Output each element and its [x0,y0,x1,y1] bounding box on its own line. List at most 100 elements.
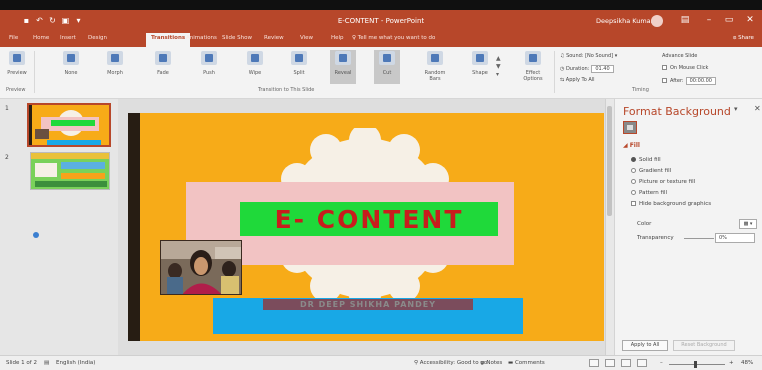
effect-options-button[interactable]: Effect Options [516,51,550,82]
spellcheck-icon[interactable]: ▤ [44,360,49,366]
transition-random-bars-icon [427,51,443,65]
zoom-level[interactable]: 48% [741,360,753,366]
minimize-button[interactable]: – [703,15,715,25]
transition-split[interactable]: Split [286,51,312,76]
status-bar: Slide 1 of 2 ▤ English (India) ⚲ Accessi… [0,355,762,370]
tab-home[interactable]: Home [33,35,49,41]
accessibility-status[interactable]: ⚲ Accessibility: Good to go [414,360,487,366]
option-gradient-fill[interactable]: Gradient fill [631,168,671,174]
sound-label: Sound: [No Sound] [566,53,614,59]
duration-field[interactable]: ◷ Duration: 01.40 [560,65,614,73]
close-button[interactable]: ✕ [744,15,756,25]
slide-thumbnail-1[interactable] [27,103,111,147]
tab-design[interactable]: Design [88,35,107,41]
presenter-photo[interactable] [160,240,242,295]
transition-random-bars[interactable]: Random Bars [422,51,448,82]
transition-none-icon [63,51,79,65]
share-button[interactable]: ⍝ Share [733,35,754,42]
tab-help[interactable]: Help [331,35,344,41]
transparency-slider[interactable] [684,238,714,239]
group-label-preview: Preview [6,87,26,93]
normal-view-icon[interactable] [589,359,599,367]
transition-push[interactable]: Push [196,51,222,76]
transition-fade-icon [155,51,171,65]
ribbon-tabs: File Home Insert Design Transitions Anim… [0,32,762,47]
transparency-input[interactable]: 0% [715,233,755,243]
scrollbar-thumb[interactable] [607,106,612,216]
tab-insert[interactable]: Insert [60,35,76,41]
user-name[interactable]: Deepsikha Kumari [596,17,655,25]
tell-me-search[interactable]: ♀ Tell me what you want to do [352,35,435,41]
duration-input[interactable]: 01.40 [591,65,614,73]
transition-wipe[interactable]: Wipe [242,51,268,76]
tab-view[interactable]: View [300,35,313,41]
preview-button[interactable]: Preview [4,51,30,76]
transition-push-label: Push [203,70,215,76]
reset-background-button[interactable]: Reset Background [673,340,735,351]
option-picture-fill[interactable]: Picture or texture fill [631,179,695,185]
slide-sorter-view-icon[interactable] [605,359,615,367]
sound-dropdown[interactable]: ♫ Sound: [No Sound] ▾ [560,53,617,59]
on-mouse-click-toggle[interactable]: On Mouse Click [662,65,708,71]
gallery-scroll[interactable]: ▲ ▼ ▾ [496,55,501,79]
fill-category-icon[interactable] [623,121,637,134]
tab-review[interactable]: Review [264,35,284,41]
after-input[interactable]: 00:00.00 [685,77,716,85]
author-name: DR DEEP SHIKHA PANDEY [299,300,437,309]
apply-to-all-button[interactable]: ⇆ Apply To All [560,77,595,83]
format-background-pane: Format Background ▾ ✕ ◢ Fill Solid fill … [614,99,762,355]
comments-icon: ▬ [508,360,515,366]
transition-shape[interactable]: Shape [467,51,493,76]
checkbox-icon [662,65,667,70]
on-mouse-click-label: On Mouse Click [670,65,709,71]
transition-fade-label: Fade [157,70,169,76]
option-pattern-fill[interactable]: Pattern fill [631,190,667,196]
checkbox-icon [631,201,636,206]
slide-canvas[interactable]: E- CONTENT DR DEEP SHIKHA PANDEY [128,113,604,341]
slide-thumbnail-2[interactable] [30,152,110,190]
group-label-transitions: Transition to This Slide [258,87,315,93]
ribbon-display-icon[interactable]: ▤ [679,15,691,25]
tab-animations[interactable]: Animations [186,35,217,41]
slide-number-2: 2 [5,154,9,161]
slideshow-view-icon[interactable] [637,359,647,367]
transition-morph[interactable]: Morph [102,51,128,76]
option-solid-fill[interactable]: Solid fill [631,157,661,163]
title-bar: ▪ ↶ ↻ ▣ ▾ E-CONTENT - PowerPoint Deepsik… [0,10,762,32]
slide-title-box[interactable]: E- CONTENT [240,202,498,236]
fill-section-header[interactable]: ◢ Fill [623,142,640,149]
duration-label: Duration: [565,66,590,72]
zoom-in-icon[interactable]: + [729,360,734,366]
author-name-box[interactable]: DR DEEP SHIKHA PANDEY [263,299,473,310]
pattern-fill-label: Pattern fill [639,190,668,196]
comments-button[interactable]: ▬ Comments [508,360,545,366]
pane-close-icon[interactable]: ✕ [754,104,761,113]
language-status[interactable]: English (India) [56,360,95,366]
reading-view-icon[interactable] [621,359,631,367]
slide-thumbnail-1-preview [29,105,109,145]
pane-options-icon[interactable]: ▾ [734,105,738,113]
zoom-out-icon[interactable]: – [660,360,663,366]
comments-label: Comments [514,360,545,366]
slide-left-bar [128,113,140,341]
transition-fade[interactable]: Fade [150,51,176,76]
tab-slide-show[interactable]: Slide Show [222,35,252,41]
fill-section-label: Fill [629,142,640,149]
transition-reveal[interactable]: Reveal [330,50,356,84]
after-label: After: [670,78,684,84]
restore-button[interactable]: ▭ [723,15,735,25]
zoom-slider-handle[interactable] [694,361,697,368]
tab-transitions[interactable]: Transitions [146,33,191,47]
after-toggle[interactable]: After: 00:00.00 [662,77,716,85]
notes-button[interactable]: ≡ Notes [480,360,502,366]
user-avatar[interactable] [651,15,663,27]
color-picker-button[interactable]: ▩ ▾ [739,219,757,229]
hide-background-graphics[interactable]: Hide background graphics [631,201,711,207]
divider [554,51,555,93]
transition-cut[interactable]: Cut [374,50,400,84]
divider [34,51,35,93]
zoom-slider[interactable] [669,364,725,365]
tab-file[interactable]: File [9,35,18,41]
apply-to-all-button[interactable]: Apply to All [622,340,668,351]
transition-none[interactable]: None [58,51,84,76]
